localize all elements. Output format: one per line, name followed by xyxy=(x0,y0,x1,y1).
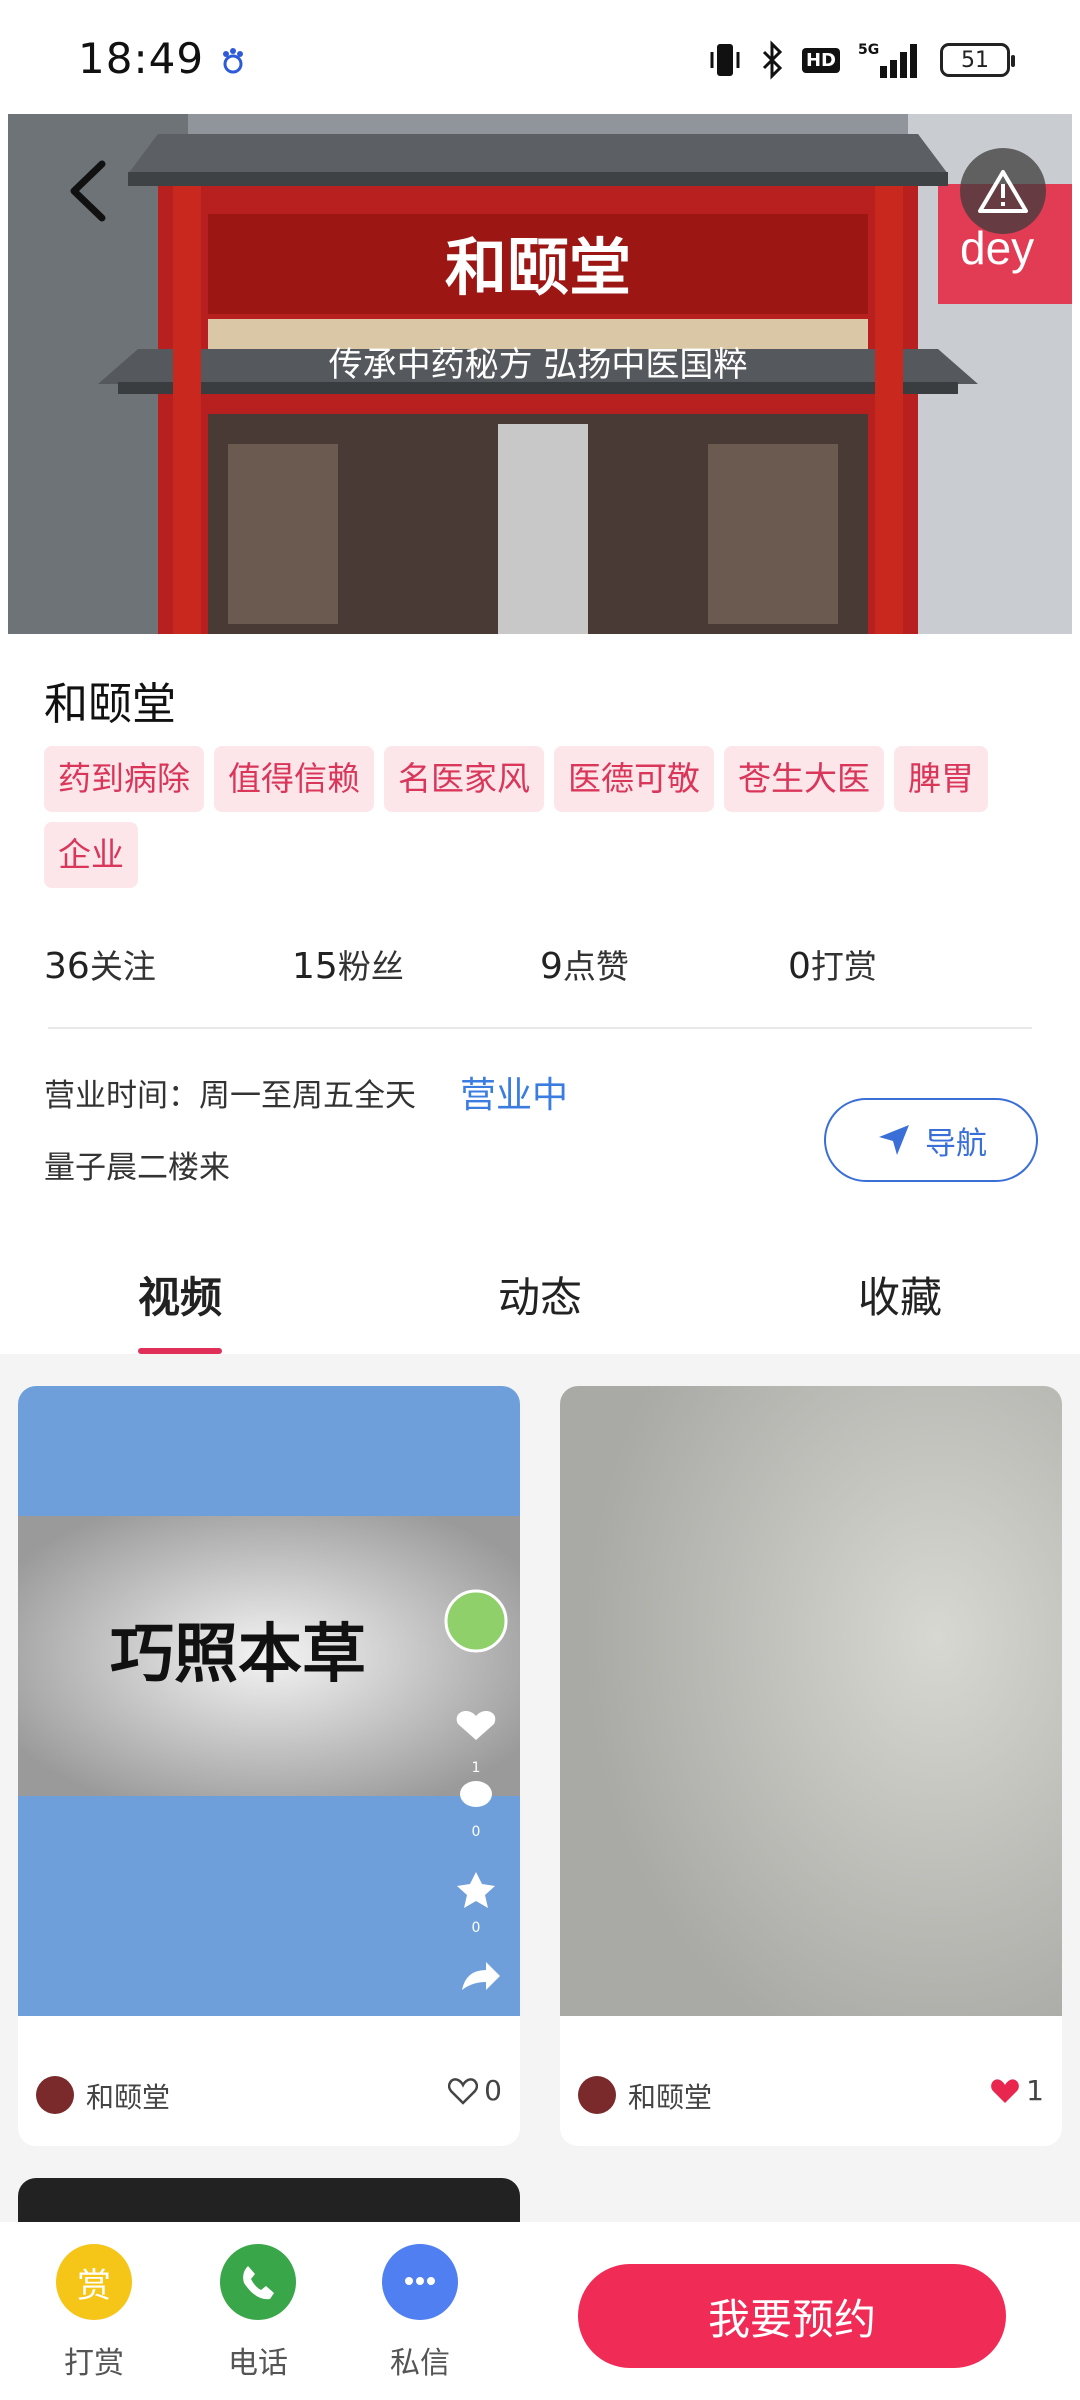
stat-follow[interactable]: 36关注 xyxy=(44,940,156,988)
stat-likes[interactable]: 9点赞 xyxy=(540,940,629,988)
avatar xyxy=(578,2076,616,2114)
storefront-sign: 和颐堂 xyxy=(445,231,631,304)
status-bar: 18:49 HD 5G 51 xyxy=(0,0,1080,118)
stat-likes-label: 点赞 xyxy=(562,947,629,986)
svg-text:5G: 5G xyxy=(858,42,879,58)
tag-chip: 苍生大医 xyxy=(724,746,884,812)
warning-icon xyxy=(978,170,1028,213)
video-thumbnail: 巧照本草 1 0 0 xyxy=(18,1386,520,2016)
storefront-banner: 传承中药秘方 弘扬中医国粹 xyxy=(329,345,748,385)
hd-badge: HD xyxy=(801,47,840,73)
avatar xyxy=(36,2076,74,2114)
card-footer: 和颐堂 0 xyxy=(18,2016,520,2146)
card-like-button[interactable]: 1 xyxy=(990,2074,1044,2107)
tab-favorites[interactable]: 收藏 xyxy=(720,1230,1080,1354)
card-like-count: 0 xyxy=(484,2074,502,2107)
vibrate-icon xyxy=(710,44,740,76)
stat-follow-count: 36 xyxy=(44,946,90,987)
tab-videos[interactable]: 视频 xyxy=(0,1230,360,1354)
book-appointment-button[interactable]: 我要预约 xyxy=(578,2264,1006,2368)
phone-icon xyxy=(243,2266,274,2300)
stat-tips[interactable]: 0打赏 xyxy=(788,940,877,988)
tag-chip: 企业 xyxy=(44,822,138,888)
bluetooth-icon xyxy=(762,40,783,80)
tag-chip: 名医家风 xyxy=(384,746,544,812)
navigate-label: 导航 xyxy=(925,1125,987,1162)
tag-chip: 值得信赖 xyxy=(214,746,374,812)
heart-filled-icon xyxy=(991,2078,1020,2103)
status-time: 18:49 xyxy=(78,34,205,83)
shop-address: 量子晨二楼来 xyxy=(44,1150,230,1186)
battery-icon: 51 xyxy=(940,43,1015,77)
card-footer: 和颐堂 1 xyxy=(560,2016,1062,2146)
baidu-icon xyxy=(223,48,243,74)
stat-likes-count: 9 xyxy=(540,946,563,987)
message-button[interactable]: 私信 xyxy=(370,2244,470,2382)
tag-chip: 脾胃 xyxy=(894,746,988,812)
tag-chip: 药到病除 xyxy=(44,746,204,812)
thumbnail-caption: 巧照本草 xyxy=(110,1617,366,1692)
video-card[interactable]: 和颐堂 1 xyxy=(560,1386,1062,2146)
tip-label: 打赏 xyxy=(64,2346,124,2381)
open-status: 营业中 xyxy=(460,1075,569,1116)
stat-fans-label: 粉丝 xyxy=(337,947,404,986)
side-favorite-count: 0 xyxy=(472,1920,481,1936)
navigate-button[interactable]: 导航 xyxy=(824,1098,1038,1182)
stat-follow-label: 关注 xyxy=(89,947,156,986)
card-author: 和颐堂 xyxy=(628,2081,713,2114)
tip-icon: 赏 xyxy=(56,2244,132,2320)
message-label: 私信 xyxy=(390,2346,450,2381)
stat-tips-label: 打赏 xyxy=(810,947,877,986)
video-card[interactable]: 巧照本草 1 0 0 和颐堂 0 xyxy=(18,1386,520,2146)
phone-button[interactable]: 电话 xyxy=(208,2244,308,2382)
side-like-count: 1 xyxy=(472,1760,481,1776)
stat-tips-count: 0 xyxy=(788,946,811,987)
storefront-photo: dey 和颐堂 传承中药秘方 弘扬中医国粹 xyxy=(8,114,1072,634)
card-like-button[interactable]: 0 xyxy=(448,2074,502,2107)
navigation-arrow-icon xyxy=(879,1125,909,1155)
divider xyxy=(48,1027,1032,1029)
heart-outline-icon xyxy=(448,2077,479,2105)
tab-posts[interactable]: 动态 xyxy=(360,1230,720,1354)
back-arrow-icon[interactable] xyxy=(60,156,120,226)
report-button[interactable] xyxy=(960,148,1046,234)
stat-fans[interactable]: 15粉丝 xyxy=(292,940,404,988)
signal-icon: 5G xyxy=(858,42,917,78)
card-like-count: 1 xyxy=(1026,2074,1044,2107)
status-icons: HD 5G 51 xyxy=(708,38,1015,82)
shop-name: 和颐堂 xyxy=(44,679,176,730)
tag-chip: 医德可敬 xyxy=(554,746,714,812)
stats-row: 36关注 15粉丝 9点赞 0打赏 xyxy=(44,940,1044,990)
video-thumbnail xyxy=(560,1386,1062,2016)
card-author: 和颐堂 xyxy=(86,2081,171,2114)
phone-label: 电话 xyxy=(228,2346,288,2381)
bottom-action-bar: 赏 打赏 电话 私信 我要预约 xyxy=(0,2222,1080,2400)
chat-bubble-icon xyxy=(405,2277,435,2285)
tag-list: 药到病除 值得信赖 名医家风 医德可敬 苍生大医 脾胃 企业 xyxy=(44,746,1044,888)
stat-fans-count: 15 xyxy=(292,946,338,987)
content-tabs: 视频 动态 收藏 xyxy=(0,1230,1080,1354)
side-comment-count: 0 xyxy=(472,1824,481,1840)
business-hours: 营业时间：周一至周五全天 xyxy=(44,1078,416,1114)
tip-button[interactable]: 赏 打赏 xyxy=(44,2244,144,2382)
storefront-illustration: dey 和颐堂 传承中药秘方 弘扬中医国粹 xyxy=(8,114,1072,634)
